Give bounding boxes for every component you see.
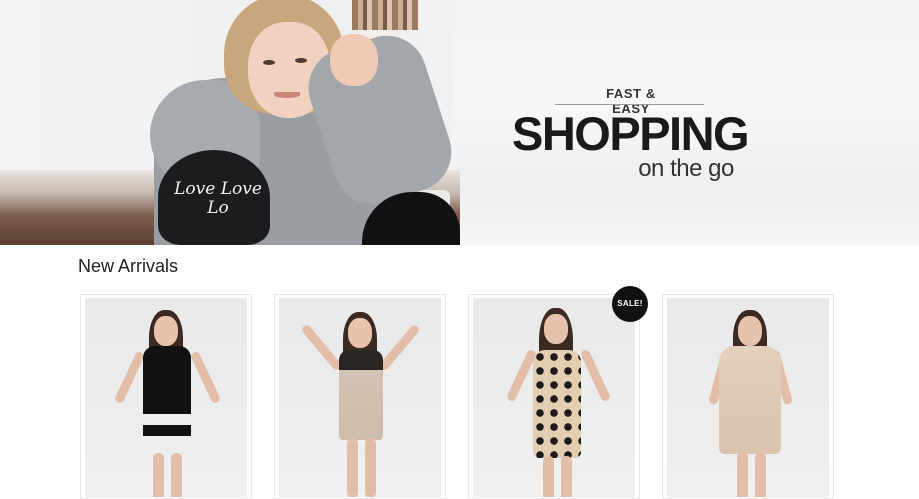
- product-image-2[interactable]: [279, 298, 441, 497]
- product-card-3[interactable]: [468, 294, 640, 499]
- hero-tagline-sub: on the go: [638, 155, 734, 182]
- product-image-3[interactable]: [473, 298, 635, 497]
- product-image-4[interactable]: [667, 298, 829, 497]
- section-title-new-arrivals: New Arrivals: [78, 256, 179, 276]
- sale-badge: SALE!: [612, 286, 648, 322]
- hero-tagline-divider: [555, 104, 704, 105]
- product-card-2[interactable]: [274, 294, 446, 499]
- product-image-1[interactable]: [85, 298, 247, 497]
- product-card-4[interactable]: [662, 294, 834, 499]
- hoodie-print-text: Love Love Lo: [174, 179, 262, 218]
- hero-banner[interactable]: Love Love Lo: [0, 0, 919, 245]
- product-card-1[interactable]: [80, 294, 252, 499]
- hero-model-image: Love Love Lo: [150, 0, 462, 245]
- hero-tagline-big: SHOPPING: [512, 107, 750, 160]
